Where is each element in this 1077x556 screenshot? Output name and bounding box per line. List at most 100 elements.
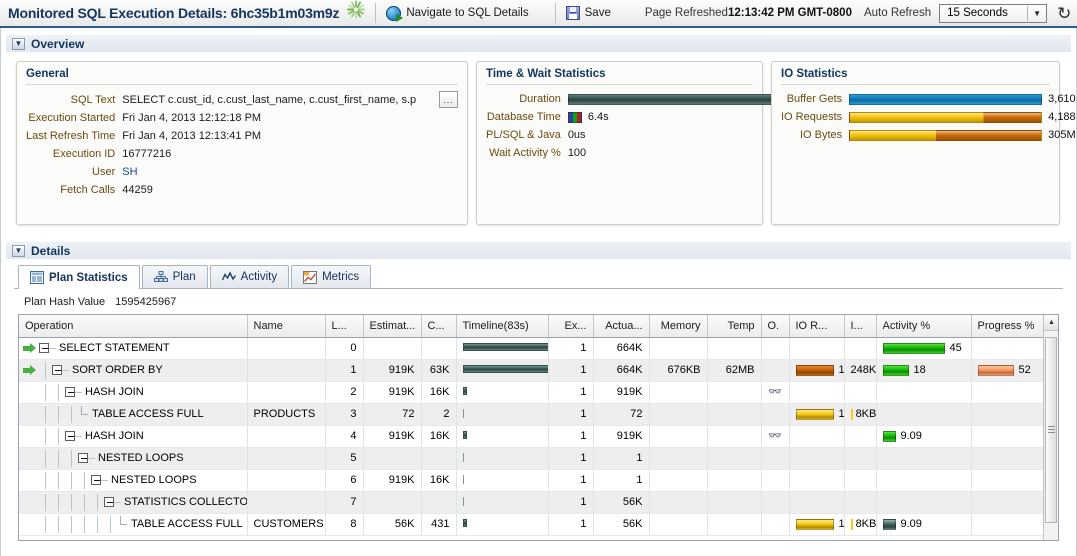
tree-collapse-toggle-icon[interactable] xyxy=(91,475,101,485)
table-row[interactable]: TABLE ACCESS FULLCUSTOMERS856K431156K1 8… xyxy=(19,513,1059,535)
column-header-name[interactable]: Name xyxy=(247,315,325,337)
column-header-other[interactable]: O. xyxy=(761,315,789,337)
table-row[interactable]: NESTED LOOPS511 xyxy=(19,447,1059,469)
activity-percent-value: 18 xyxy=(914,364,926,376)
plan-table-vertical-scrollbar[interactable]: ▲ xyxy=(1043,315,1058,540)
save-button[interactable]: Save xyxy=(566,6,611,20)
table-row[interactable]: NESTED LOOPS6919K16K11 xyxy=(19,469,1059,491)
cell-name xyxy=(247,337,325,359)
tree-collapse-toggle-icon[interactable] xyxy=(104,497,114,507)
cell-cost: 16K xyxy=(421,381,456,403)
cell-io-bytes xyxy=(844,447,876,469)
activity-percent-bar xyxy=(883,343,945,354)
time-label-database-time: Database Time xyxy=(486,108,568,126)
cell-memory xyxy=(649,469,707,491)
table-row[interactable]: SELECT STATEMENT01664K45 xyxy=(19,337,1059,359)
activity-percent-value: 9.09 xyxy=(901,518,922,530)
column-header-estimated-rows[interactable]: Estimat... xyxy=(363,315,421,337)
table-row[interactable]: SORT ORDER BY1919K63K1664K676KB62MB1248K… xyxy=(19,359,1059,381)
duration-bar xyxy=(568,94,796,105)
cell-cost xyxy=(421,447,456,469)
tree-collapse-toggle-icon[interactable] xyxy=(52,365,62,375)
chevron-down-icon: ▼ xyxy=(1028,9,1046,18)
cell-executions: 1 xyxy=(548,381,593,403)
cell-line: 3 xyxy=(325,403,363,425)
table-row[interactable]: HASH JOIN4919K16K1919K👓9.09 xyxy=(19,425,1059,447)
cell-operation: SELECT STATEMENT xyxy=(19,337,247,359)
table-row[interactable]: STATISTICS COLLECTOR7156K xyxy=(19,491,1059,513)
operation-label: STATISTICS COLLECTOR xyxy=(121,496,247,508)
row-arrow-placeholder xyxy=(23,497,39,508)
overview-section-header[interactable]: ▼ Overview xyxy=(6,34,1071,52)
column-header-io-requests[interactable]: IO R... xyxy=(789,315,844,337)
column-header-cost[interactable]: C... xyxy=(421,315,456,337)
tree-indent xyxy=(39,406,52,423)
tree-collapse-toggle-icon[interactable] xyxy=(65,431,75,441)
cell-temp xyxy=(707,381,761,403)
cell-temp xyxy=(707,337,761,359)
auto-refresh-select[interactable]: 15 Seconds ▼ xyxy=(939,4,1047,23)
cell-io-bytes: 8KB xyxy=(844,403,876,425)
cell-timeline xyxy=(456,469,548,491)
cell-actual-rows: 664K xyxy=(593,337,649,359)
general-value-sql-text: SELECT c.cust_id, c.cust_last_name, c.cu… xyxy=(122,92,433,108)
scroll-up-arrow-icon[interactable]: ▲ xyxy=(1044,315,1059,331)
io-requests-value: 1 xyxy=(839,518,845,530)
cell-line: 8 xyxy=(325,513,363,535)
cell-other xyxy=(761,403,789,425)
general-value-execution-started: Fri Jan 4, 2013 12:12:18 PM xyxy=(122,109,458,127)
general-row-execution-started: Execution Started Fri Jan 4, 2013 12:12:… xyxy=(26,109,458,127)
column-header-operation[interactable]: Operation xyxy=(19,315,247,337)
column-header-actual-rows[interactable]: Actua... xyxy=(593,315,649,337)
timeline-bar-container xyxy=(463,472,542,489)
column-header-io-bytes[interactable]: I... xyxy=(844,315,876,337)
tree-collapse-toggle-icon[interactable] xyxy=(39,343,49,353)
table-row[interactable]: HASH JOIN2919K16K1919K👓 xyxy=(19,381,1059,403)
cell-timeline xyxy=(456,381,548,403)
chevron-down-icon[interactable]: ▼ xyxy=(12,38,25,50)
timeline-bar-container xyxy=(463,516,542,533)
tab-plan-statistics[interactable]: Plan Statistics xyxy=(18,265,140,289)
column-header-temp[interactable]: Temp xyxy=(707,315,761,337)
column-header-line[interactable]: L... xyxy=(325,315,363,337)
column-header-activity-pct[interactable]: Activity % xyxy=(876,315,971,337)
cell-io-requests xyxy=(789,491,844,513)
circular-arrow-refresh-icon[interactable]: ↻ xyxy=(1057,5,1071,22)
cell-other xyxy=(761,359,789,381)
current-step-arrow-icon xyxy=(23,343,39,354)
cell-actual-rows: 664K xyxy=(593,359,649,381)
binoculars-icon[interactable]: 👓 xyxy=(768,386,782,398)
scroll-thumb[interactable] xyxy=(1045,337,1057,523)
timeline-bar-container xyxy=(463,494,542,511)
activity-percent-value: 45 xyxy=(950,342,962,354)
tree-collapse-toggle-icon[interactable] xyxy=(65,387,75,397)
navigate-to-sql-details-button[interactable]: Navigate to SQL Details xyxy=(386,6,528,21)
cell-line: 2 xyxy=(325,381,363,403)
tree-collapse-toggle-icon[interactable] xyxy=(78,453,88,463)
cell-timeline xyxy=(456,447,548,469)
sql-text-expand-button[interactable]: ... xyxy=(439,91,458,108)
overview-section-body: General SQL Text SELECT c.cust_id, c.cus… xyxy=(6,52,1071,235)
column-header-executions[interactable]: Ex... xyxy=(548,315,593,337)
tree-connector xyxy=(75,392,82,393)
cell-io-requests xyxy=(789,381,844,403)
io-requests-value: 4,188 xyxy=(1048,109,1076,125)
timeline-bar-container xyxy=(463,362,542,379)
progress-percent-bar xyxy=(978,365,1014,376)
plan-statistics-table-container: Operation Name L... Estimat... C... Time… xyxy=(18,314,1059,541)
tab-metrics[interactable]: Metrics xyxy=(291,265,371,288)
cell-name: PRODUCTS xyxy=(247,403,325,425)
time-label-wait-activity: Wait Activity % xyxy=(486,144,568,162)
database-time-value: 6.4s xyxy=(588,109,609,125)
tab-plan[interactable]: Plan xyxy=(142,265,208,288)
cell-executions: 1 xyxy=(548,469,593,491)
tab-activity[interactable]: Activity xyxy=(210,265,289,288)
timeline-bar-container xyxy=(463,406,542,423)
details-section-header[interactable]: ▼ Details xyxy=(6,241,1071,259)
table-row[interactable]: TABLE ACCESS FULLPRODUCTS37221721 8KB xyxy=(19,403,1059,425)
cell-timeline xyxy=(456,337,548,359)
binoculars-icon[interactable]: 👓 xyxy=(768,430,782,442)
column-header-memory[interactable]: Memory xyxy=(649,315,707,337)
chevron-down-icon[interactable]: ▼ xyxy=(12,245,25,257)
column-header-timeline[interactable]: Timeline(83s) xyxy=(456,315,548,337)
